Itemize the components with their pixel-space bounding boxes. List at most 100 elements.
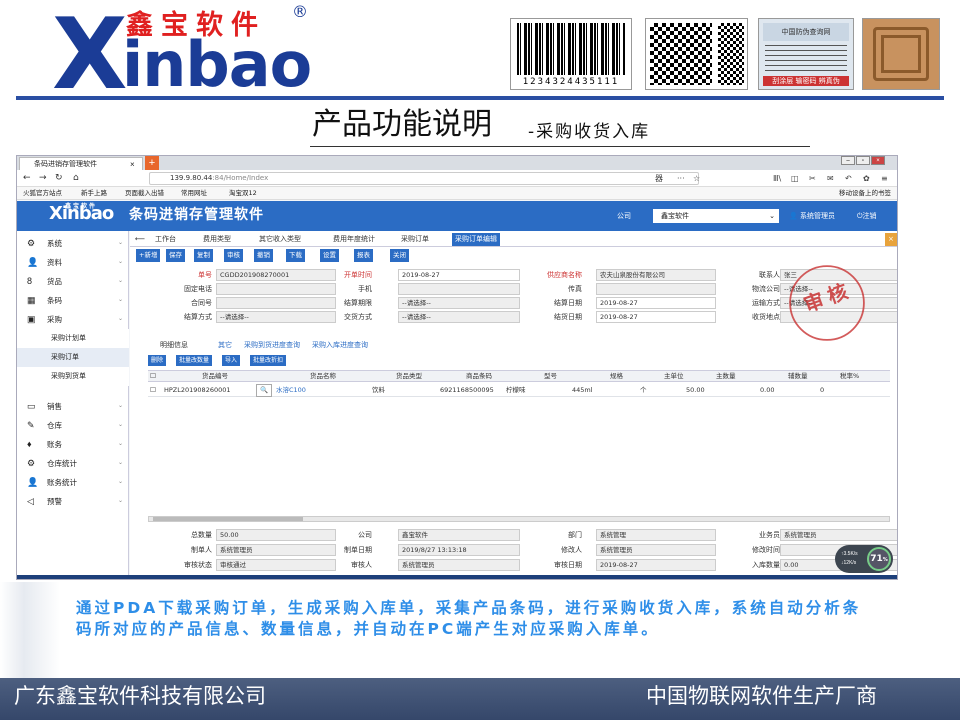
- footer-label: 制单日期: [344, 546, 372, 554]
- sidebar-item[interactable]: ▦ 条码 ⌄: [17, 291, 129, 310]
- toolbar-button[interactable]: +新增: [136, 249, 161, 262]
- footer-field[interactable]: 鑫宝软件: [398, 529, 520, 541]
- sidebar-item[interactable]: 👤 账务统计 ⌄: [17, 473, 129, 492]
- sidebar-item[interactable]: ▭ 销售 ⌄: [17, 397, 129, 416]
- toolbar-button[interactable]: 关闭: [390, 249, 409, 262]
- sidebar-item[interactable]: ✎ 仓库 ⌄: [17, 416, 129, 435]
- url-input[interactable]: 139.9.80.44:84/Home/Index: [149, 172, 699, 185]
- home-icon[interactable]: ⌂: [73, 172, 79, 185]
- footer-field-value: 2019/8/27 13:13:18: [402, 546, 467, 554]
- toolbar-button[interactable]: 撤销: [254, 249, 273, 262]
- sidebar-item[interactable]: ▣ 采购 ⌄: [17, 310, 129, 329]
- form-field[interactable]: --请选择--: [398, 297, 520, 309]
- chat-icon[interactable]: ✉: [827, 172, 834, 185]
- grid-button[interactable]: 批量改折扣: [250, 355, 287, 366]
- sidebar-item[interactable]: 采购计划单: [17, 329, 129, 348]
- toolbar-button[interactable]: 报表: [354, 249, 373, 262]
- form-field[interactable]: 2019-08-27: [596, 297, 716, 309]
- addon-icon[interactable]: ✿: [863, 172, 870, 185]
- form-field[interactable]: 2019-08-27: [398, 269, 520, 281]
- reload-icon[interactable]: ↻: [55, 172, 63, 185]
- forward-icon[interactable]: →: [39, 172, 47, 185]
- back-icon[interactable]: ←: [23, 172, 31, 185]
- upload-unit: K/s: [850, 551, 858, 557]
- detail-tab[interactable]: 采购入库进度查询: [312, 339, 368, 351]
- toolbar-button[interactable]: 复制: [194, 249, 213, 262]
- sidebar-item[interactable]: 8 货品 ⌄: [17, 272, 129, 291]
- footer-field[interactable]: 2019-08-27: [596, 559, 716, 571]
- back-arrow-icon[interactable]: ⟵: [132, 233, 148, 246]
- footer-field[interactable]: 系统管理: [596, 529, 716, 541]
- sidebar-item[interactable]: 👤 资料 ⌄: [17, 253, 129, 272]
- grid-button[interactable]: 导入: [222, 355, 241, 366]
- app-header: Xinbao 鑫宝软件 条码进销存管理软件 公司 鑫宝软件 ⌄ 👤 系统管理员 ⏻…: [17, 201, 897, 231]
- page-menu-icon[interactable]: ···: [677, 172, 685, 185]
- row-checkbox[interactable]: ☐: [150, 383, 156, 397]
- footer-field[interactable]: 2019/8/27 13:13:18: [398, 544, 520, 556]
- detail-tab[interactable]: 采购到货进度查询: [244, 339, 300, 351]
- page-tab[interactable]: 其它收入类型: [256, 233, 304, 246]
- table-cell[interactable]: 水溶C100: [276, 383, 306, 397]
- bookmark-item[interactable]: 页面截入出错: [125, 187, 164, 199]
- close-all-tabs-button[interactable]: ×: [885, 233, 897, 246]
- sidebar-item[interactable]: ◁ 预警 ⌄: [17, 492, 129, 511]
- footer-field[interactable]: 系统管理员: [398, 559, 520, 571]
- toolbar-button[interactable]: 下载: [286, 249, 305, 262]
- grid-button[interactable]: 删除: [148, 355, 167, 366]
- window-close-button[interactable]: ×: [871, 156, 885, 165]
- bookmark-item[interactable]: 新手上路: [81, 187, 107, 199]
- minimize-button[interactable]: –: [841, 156, 855, 165]
- company-select[interactable]: 鑫宝软件 ⌄: [653, 209, 779, 223]
- undo-icon[interactable]: ↶: [845, 172, 852, 185]
- library-icon[interactable]: Ⅲ\: [773, 172, 781, 185]
- sidebar-item[interactable]: ⚙ 系统 ⌄: [17, 234, 129, 253]
- sidebar-item[interactable]: ⚙ 仓库统计 ⌄: [17, 454, 129, 473]
- chevron-down-icon: ⌄: [117, 316, 123, 322]
- page-tab[interactable]: 费用类型: [200, 233, 234, 246]
- new-tab-button[interactable]: +: [145, 156, 159, 170]
- zoom-indicator[interactable]: 器: [655, 172, 663, 185]
- menu-icon[interactable]: ≡: [881, 172, 888, 185]
- form-field[interactable]: [398, 283, 520, 295]
- page-tab[interactable]: 采购订单: [398, 233, 432, 246]
- column-header: 规格: [610, 372, 623, 380]
- star-icon[interactable]: ☆: [693, 172, 700, 185]
- footer-field[interactable]: 系统管理员: [596, 544, 716, 556]
- sidebar-item[interactable]: ♦ 账务 ⌄: [17, 435, 129, 454]
- bookmark-item[interactable]: 淘宝双12: [229, 187, 257, 199]
- toolbar-button[interactable]: 设置: [320, 249, 339, 262]
- toolbar-button[interactable]: 审核: [224, 249, 243, 262]
- detail-tab[interactable]: 其它: [218, 339, 232, 351]
- form-field[interactable]: 2019-08-27: [596, 311, 716, 323]
- toolbar-button[interactable]: 保存: [166, 249, 185, 262]
- sidebar-item[interactable]: 采购订单: [17, 348, 129, 367]
- bookmark-item[interactable]: 常用网址: [181, 187, 207, 199]
- bookmark-item[interactable]: 火狐官方站点: [23, 187, 62, 199]
- screenshot-icon[interactable]: ✂: [809, 172, 816, 185]
- grid-button[interactable]: 批量改数量: [176, 355, 213, 366]
- detail-tab[interactable]: 明细信息: [160, 339, 188, 351]
- logout-button[interactable]: ⏻注销: [857, 209, 877, 223]
- mobile-bookmarks[interactable]: 移动设备上的书签: [839, 187, 891, 199]
- sidebar-icon[interactable]: ◫: [791, 172, 799, 185]
- select-all-checkbox[interactable]: ☐: [150, 371, 156, 382]
- page-tab[interactable]: 工作台: [152, 233, 179, 246]
- footer-label: 业务员: [759, 531, 780, 539]
- current-user[interactable]: 👤 系统管理员: [789, 209, 835, 223]
- page-tab[interactable]: 费用年度统计: [330, 233, 378, 246]
- slide-title: 产品功能说明: [312, 107, 492, 142]
- browser-tab[interactable]: 条码进销存管理软件 ×: [19, 157, 143, 170]
- alarm-icon: ◁: [27, 496, 34, 506]
- logo-x: X: [52, 0, 128, 112]
- horizontal-scrollbar[interactable]: [148, 516, 890, 522]
- maximize-button[interactable]: ▫: [856, 156, 870, 165]
- footer-field[interactable]: 系统管理员: [780, 529, 897, 541]
- form-field[interactable]: --请选择--: [398, 311, 520, 323]
- sidebar-item[interactable]: 采购到货单: [17, 367, 129, 386]
- search-icon[interactable]: 🔍: [256, 384, 273, 397]
- table-row[interactable]: ☐ HPZL201908260001 水溶C100 饮料 6921168500095 柠檬…: [148, 383, 890, 397]
- form-field[interactable]: [596, 283, 716, 295]
- user-icon: 👤: [27, 257, 39, 267]
- form-field[interactable]: 农夫山泉股份有限公司: [596, 269, 716, 281]
- page-tab[interactable]: 采购订单编辑: [452, 233, 500, 246]
